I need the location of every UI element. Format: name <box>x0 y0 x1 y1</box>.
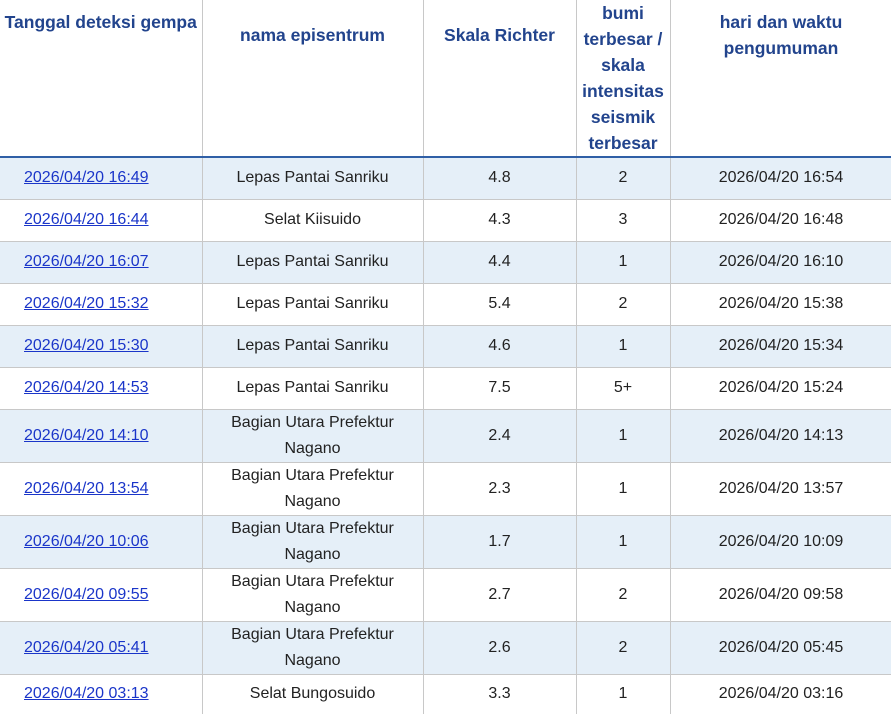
detection-date-cell: 2026/04/20 15:30 <box>0 325 203 368</box>
detection-date-cell: 2026/04/20 13:54 <box>0 462 203 516</box>
epicenter-name-cell: Selat Bungosuido <box>202 674 424 714</box>
table-header-row: Tanggal deteksi gempa nama episentrum Sk… <box>0 0 891 158</box>
epicenter-name-cell: Bagian Utara Prefektur Nagano <box>202 621 424 675</box>
announcement-time-cell: 2026/04/20 15:38 <box>670 283 891 326</box>
announcement-time-cell: 2026/04/20 09:58 <box>670 568 891 622</box>
header-magnitude: Skala Richter <box>423 0 577 158</box>
detection-date-link[interactable]: 2026/04/20 16:49 <box>24 169 149 186</box>
table-row: 2026/04/20 13:54 Bagian Utara Prefektur N… <box>0 462 891 516</box>
magnitude-cell: 5.4 <box>423 283 577 326</box>
announcement-time-cell: 2026/04/20 16:10 <box>670 241 891 284</box>
announcement-time-cell: 2026/04/20 10:09 <box>670 515 891 569</box>
epicenter-name-cell: Lepas Pantai Sanriku <box>202 283 424 326</box>
magnitude-cell: 4.8 <box>423 157 577 200</box>
magnitude-cell: 2.3 <box>423 462 577 516</box>
detection-date-link[interactable]: 2026/04/20 15:32 <box>24 295 149 312</box>
max-intensity-cell: 1 <box>576 515 671 569</box>
magnitude-cell: 2.6 <box>423 621 577 675</box>
detection-date-link[interactable]: 2026/04/20 03:13 <box>24 685 149 702</box>
max-intensity-cell: 1 <box>576 325 671 368</box>
table-row: 2026/04/20 03:13 Selat Bungosuido 3.3 1 2026… <box>0 674 891 714</box>
magnitude-cell: 3.3 <box>423 674 577 714</box>
max-intensity-cell: 2 <box>576 283 671 326</box>
announcement-time-cell: 2026/04/20 15:24 <box>670 367 891 410</box>
magnitude-cell: 2.4 <box>423 409 577 463</box>
epicenter-name-cell: Lepas Pantai Sanriku <box>202 241 424 284</box>
detection-date-link[interactable]: 2026/04/20 16:44 <box>24 211 149 228</box>
epicenter-name-cell: Bagian Utara Prefektur Nagano <box>202 462 424 516</box>
max-intensity-cell: 1 <box>576 409 671 463</box>
announcement-time-cell: 2026/04/20 03:16 <box>670 674 891 714</box>
detection-date-cell: 2026/04/20 09:55 <box>0 568 203 622</box>
magnitude-cell: 2.7 <box>423 568 577 622</box>
earthquake-table: Tanggal deteksi gempa nama episentrum Sk… <box>0 0 891 714</box>
table-row: 2026/04/20 10:06 Bagian Utara Prefektur N… <box>0 515 891 569</box>
announcement-time-cell: 2026/04/20 05:45 <box>670 621 891 675</box>
header-epicenter-name: nama episentrum <box>202 0 424 158</box>
max-intensity-cell: 2 <box>576 568 671 622</box>
detection-date-link[interactable]: 2026/04/20 14:10 <box>24 427 149 444</box>
magnitude-cell: 4.3 <box>423 199 577 242</box>
table-row: 2026/04/20 14:10 Bagian Utara Prefektur N… <box>0 409 891 463</box>
max-intensity-cell: 1 <box>576 241 671 284</box>
detection-date-cell: 2026/04/20 15:32 <box>0 283 203 326</box>
detection-date-link[interactable]: 2026/04/20 16:07 <box>24 253 149 270</box>
magnitude-cell: 7.5 <box>423 367 577 410</box>
max-intensity-cell: 2 <box>576 621 671 675</box>
detection-date-cell: 2026/04/20 03:13 <box>0 674 203 714</box>
detection-date-link[interactable]: 2026/04/20 13:54 <box>24 480 149 497</box>
epicenter-name-cell: Selat Kiisuido <box>202 199 424 242</box>
table-row: 2026/04/20 09:55 Bagian Utara Prefektur N… <box>0 568 891 622</box>
header-max-intensity: bumi terbesar / skala intensitas seismik… <box>576 0 671 158</box>
table-row: 2026/04/20 15:32 Lepas Pantai Sanriku 5.4 2… <box>0 283 891 326</box>
announcement-time-cell: 2026/04/20 15:34 <box>670 325 891 368</box>
table-row: 2026/04/20 16:07 Lepas Pantai Sanriku 4.4 1… <box>0 241 891 284</box>
max-intensity-cell: 1 <box>576 462 671 516</box>
detection-date-cell: 2026/04/20 05:41 <box>0 621 203 675</box>
announcement-time-cell: 2026/04/20 16:54 <box>670 157 891 200</box>
detection-date-cell: 2026/04/20 16:49 <box>0 157 203 200</box>
detection-date-cell: 2026/04/20 14:10 <box>0 409 203 463</box>
magnitude-cell: 4.6 <box>423 325 577 368</box>
table-row: 2026/04/20 16:44 Selat Kiisuido 4.3 3 2026/0… <box>0 199 891 242</box>
announcement-time-cell: 2026/04/20 13:57 <box>670 462 891 516</box>
epicenter-name-cell: Bagian Utara Prefektur Nagano <box>202 515 424 569</box>
magnitude-cell: 4.4 <box>423 241 577 284</box>
epicenter-name-cell: Bagian Utara Prefektur Nagano <box>202 568 424 622</box>
magnitude-cell: 1.7 <box>423 515 577 569</box>
detection-date-cell: 2026/04/20 16:44 <box>0 199 203 242</box>
max-intensity-cell: 5+ <box>576 367 671 410</box>
detection-date-link[interactable]: 2026/04/20 05:41 <box>24 639 149 656</box>
header-announcement-time: hari dan waktu pengumuman <box>670 0 891 158</box>
epicenter-name-cell: Lepas Pantai Sanriku <box>202 325 424 368</box>
epicenter-name-cell: Bagian Utara Prefektur Nagano <box>202 409 424 463</box>
detection-date-link[interactable]: 2026/04/20 10:06 <box>24 533 149 550</box>
epicenter-name-cell: Lepas Pantai Sanriku <box>202 157 424 200</box>
detection-date-cell: 2026/04/20 10:06 <box>0 515 203 569</box>
detection-date-link[interactable]: 2026/04/20 09:55 <box>24 586 149 603</box>
table-row: 2026/04/20 14:53 Lepas Pantai Sanriku 7.5 5… <box>0 367 891 410</box>
detection-date-cell: 2026/04/20 14:53 <box>0 367 203 410</box>
epicenter-name-cell: Lepas Pantai Sanriku <box>202 367 424 410</box>
max-intensity-cell: 3 <box>576 199 671 242</box>
table-body: 2026/04/20 16:49 Lepas Pantai Sanriku 4.8 2… <box>0 157 891 714</box>
table-row: 2026/04/20 05:41 Bagian Utara Prefektur N… <box>0 621 891 675</box>
announcement-time-cell: 2026/04/20 16:48 <box>670 199 891 242</box>
table-row: 2026/04/20 15:30 Lepas Pantai Sanriku 4.6 1… <box>0 325 891 368</box>
announcement-time-cell: 2026/04/20 14:13 <box>670 409 891 463</box>
max-intensity-cell: 1 <box>576 674 671 714</box>
header-detection-date: Tanggal deteksi gempa <box>0 0 203 158</box>
max-intensity-cell: 2 <box>576 157 671 200</box>
detection-date-link[interactable]: 2026/04/20 14:53 <box>24 379 149 396</box>
detection-date-cell: 2026/04/20 16:07 <box>0 241 203 284</box>
table-row: 2026/04/20 16:49 Lepas Pantai Sanriku 4.8 2… <box>0 157 891 200</box>
detection-date-link[interactable]: 2026/04/20 15:30 <box>24 337 149 354</box>
